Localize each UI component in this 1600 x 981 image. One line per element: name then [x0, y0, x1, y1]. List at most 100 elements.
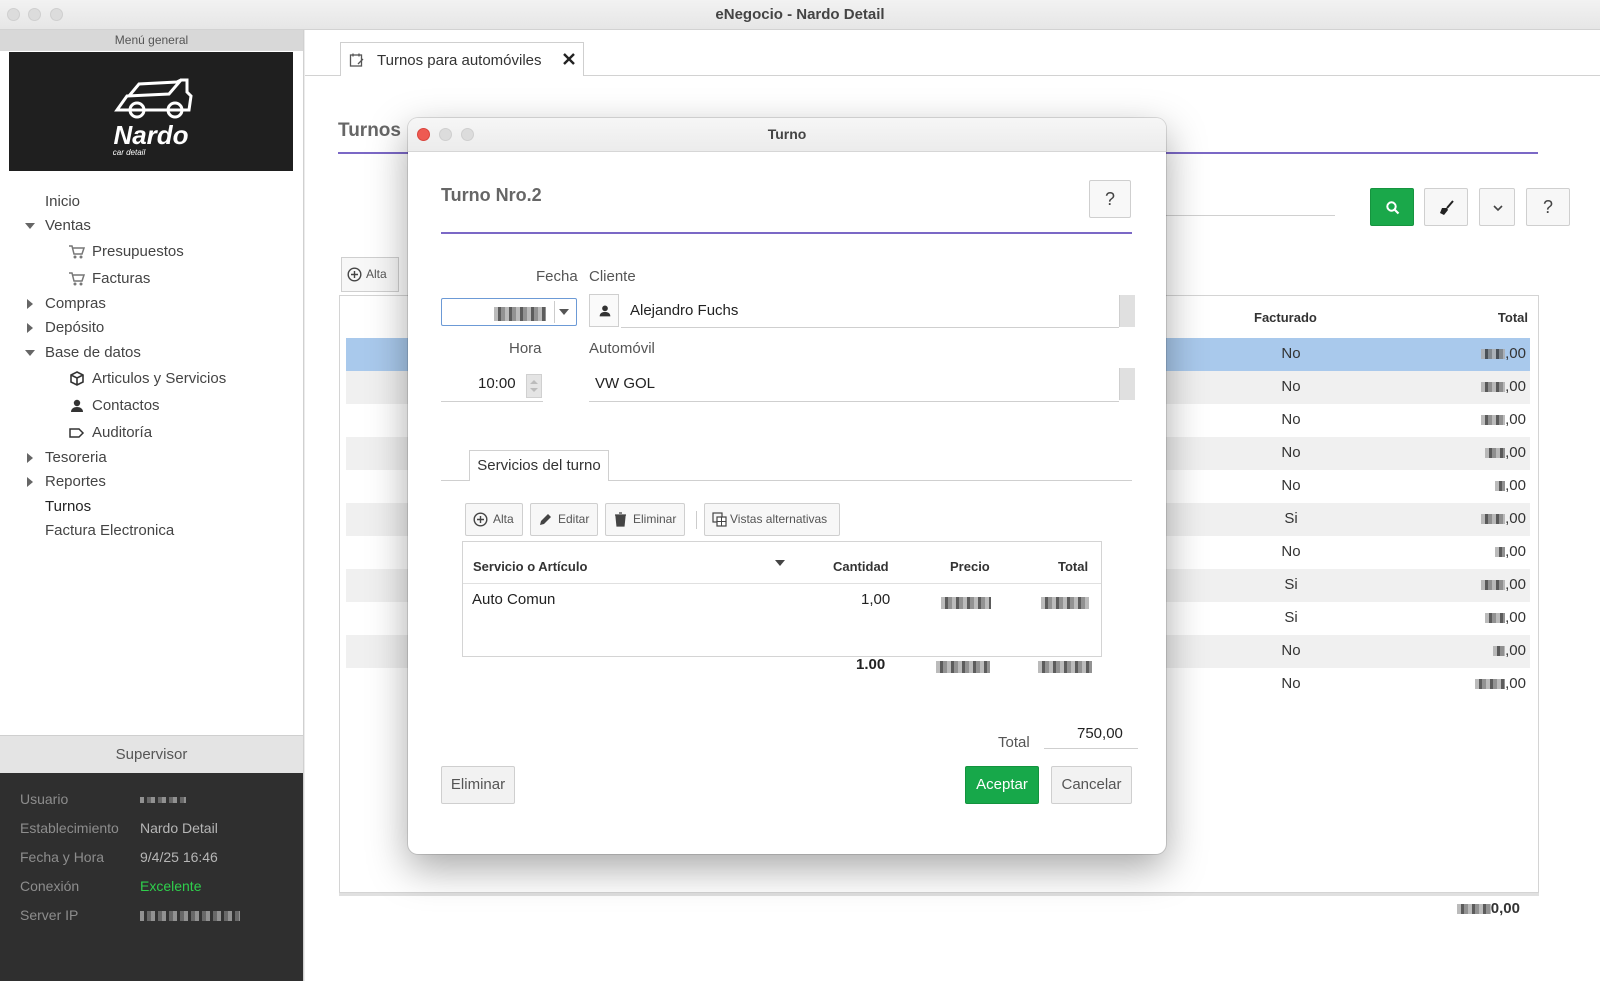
chevron-right-icon[interactable]	[27, 299, 33, 309]
redacted-value	[140, 907, 240, 923]
automovil-label: Automóvil	[589, 340, 655, 357]
column-header-precio[interactable]: Precio	[950, 559, 990, 574]
tab-servicios-del-turno[interactable]: Servicios del turno	[469, 450, 609, 481]
service-row-cantidad: 1,00	[861, 591, 891, 608]
servicio-editar-button[interactable]: Editar	[530, 503, 598, 536]
redacted-value	[1038, 658, 1092, 675]
hora-field[interactable]: 10:00	[478, 375, 516, 392]
table-views-icon	[712, 512, 727, 527]
sidebar-item-compras[interactable]: Compras	[25, 292, 106, 316]
column-header-total[interactable]: Total	[1498, 310, 1528, 325]
plus-circle-icon	[347, 267, 362, 282]
sidebar-item-inicio[interactable]: Inicio	[45, 190, 80, 214]
total-value: 750,00	[1077, 725, 1123, 742]
options-dropdown-button[interactable]	[1479, 188, 1515, 226]
svg-text:car detail: car detail	[113, 148, 146, 157]
sidebar-item-tesoreria[interactable]: Tesoreria	[25, 446, 107, 470]
window-titlebar: eNegocio - Nardo Detail	[0, 0, 1600, 30]
chevron-right-icon[interactable]	[27, 477, 33, 487]
cart-icon	[69, 245, 86, 259]
search-icon	[1386, 201, 1400, 215]
sidebar-item-deposito[interactable]: Depósito	[25, 316, 104, 340]
column-header-total[interactable]: Total	[1058, 559, 1088, 574]
cliente-field[interactable]: Alejandro Fuchs	[630, 302, 738, 319]
chevron-down-icon[interactable]	[25, 350, 35, 356]
trash-icon	[615, 512, 626, 527]
calendar-edit-icon	[349, 53, 364, 67]
service-row-name[interactable]: Auto Comun	[472, 591, 555, 608]
total-label: Total	[998, 734, 1030, 751]
cancelar-button[interactable]: Cancelar	[1051, 766, 1132, 804]
servicio-alta-button[interactable]: Alta	[465, 503, 523, 536]
redacted-value	[941, 594, 991, 611]
stepper-arrows-icon	[530, 380, 538, 392]
vistas-alternativas-button[interactable]: Vistas alternativas	[704, 503, 840, 536]
redacted-value	[936, 658, 990, 675]
turno-dialog: Turno Turno Nro.2 ? Fecha Cliente Alejan…	[408, 118, 1166, 854]
automovil-dropdown-button[interactable]	[1119, 368, 1135, 400]
sidebar-item-turnos[interactable]: Turnos	[45, 495, 91, 519]
sidebar-item-factura-electronica[interactable]: Factura Electronica	[45, 519, 174, 543]
sidebar-item-articulos[interactable]: Articulos y Servicios	[68, 367, 226, 391]
sidebar-item-ventas[interactable]: Ventas	[25, 214, 91, 238]
cliente-label: Cliente	[589, 268, 636, 285]
sidebar-item-facturas[interactable]: Facturas	[68, 267, 150, 291]
search-field-underline[interactable]	[1145, 215, 1335, 216]
close-icon[interactable]	[562, 52, 576, 66]
chevron-right-icon[interactable]	[27, 453, 33, 463]
grid-scrollbar[interactable]	[339, 893, 1539, 896]
sidebar-item-presupuestos[interactable]: Presupuestos	[68, 240, 184, 264]
sidebar: Menú general Nardo car detail Inicio Ven…	[0, 30, 304, 981]
alta-button[interactable]: Alta	[341, 257, 399, 292]
sidebar-item-reportes[interactable]: Reportes	[25, 470, 106, 494]
sidebar-header: Menú general	[0, 30, 303, 51]
dialog-title: Turno	[767, 126, 807, 142]
fecha-date-picker[interactable]	[441, 298, 577, 326]
person-icon	[599, 305, 611, 317]
help-button[interactable]: ?	[1526, 188, 1570, 226]
aceptar-button[interactable]: Aceptar	[965, 766, 1039, 804]
pencil-icon	[540, 514, 551, 525]
window-title: eNegocio - Nardo Detail	[715, 6, 885, 23]
cliente-dropdown-button[interactable]	[1119, 295, 1135, 327]
dialog-titlebar: Turno	[408, 118, 1166, 152]
turno-heading: Turno Nro.2	[441, 185, 542, 205]
fecha-label: Fecha	[536, 268, 578, 285]
chevron-right-icon[interactable]	[27, 323, 33, 333]
clear-filter-button[interactable]	[1424, 188, 1468, 226]
sort-caret-icon[interactable]	[775, 560, 785, 566]
person-icon	[71, 399, 83, 412]
tag-icon	[69, 428, 85, 438]
hora-label: Hora	[509, 340, 542, 357]
redacted-value	[140, 791, 186, 807]
plus-circle-icon	[473, 512, 488, 527]
svg-text:Nardo: Nardo	[113, 120, 188, 150]
page-title: Turnos	[338, 120, 401, 141]
servicio-eliminar-button[interactable]: Eliminar	[605, 503, 685, 536]
eliminar-button[interactable]: Eliminar	[441, 766, 515, 804]
column-header-cantidad[interactable]: Cantidad	[833, 559, 889, 574]
chevron-down-icon	[1493, 205, 1503, 212]
box-icon	[70, 371, 84, 386]
tab-turnos[interactable]: Turnos para automóviles	[340, 42, 584, 76]
dialog-heading-divider	[441, 232, 1132, 234]
services-grid: Servicio o Artículo Cantidad Precio Tota…	[462, 541, 1102, 657]
chevron-down-icon[interactable]	[25, 223, 35, 229]
automovil-field[interactable]: VW GOL	[595, 375, 655, 392]
redacted-value	[1041, 594, 1089, 611]
cart-icon	[69, 272, 86, 286]
session-title: Supervisor	[0, 735, 303, 773]
redacted-date	[494, 305, 546, 323]
dialog-help-button[interactable]: ?	[1089, 180, 1131, 218]
caret-down-icon	[559, 309, 569, 315]
hora-stepper[interactable]	[526, 374, 542, 398]
services-footer-cantidad: 1.00	[856, 656, 886, 673]
column-header-facturado[interactable]: Facturado	[1254, 310, 1317, 325]
broom-icon	[1440, 200, 1454, 215]
sidebar-item-auditoria[interactable]: Auditoría	[68, 421, 152, 445]
cliente-lookup-button[interactable]	[589, 294, 619, 327]
column-header-servicio[interactable]: Servicio o Artículo	[473, 559, 587, 574]
search-button[interactable]	[1370, 188, 1414, 226]
sidebar-item-base-de-datos[interactable]: Base de datos	[25, 341, 141, 365]
sidebar-item-contactos[interactable]: Contactos	[68, 394, 160, 418]
